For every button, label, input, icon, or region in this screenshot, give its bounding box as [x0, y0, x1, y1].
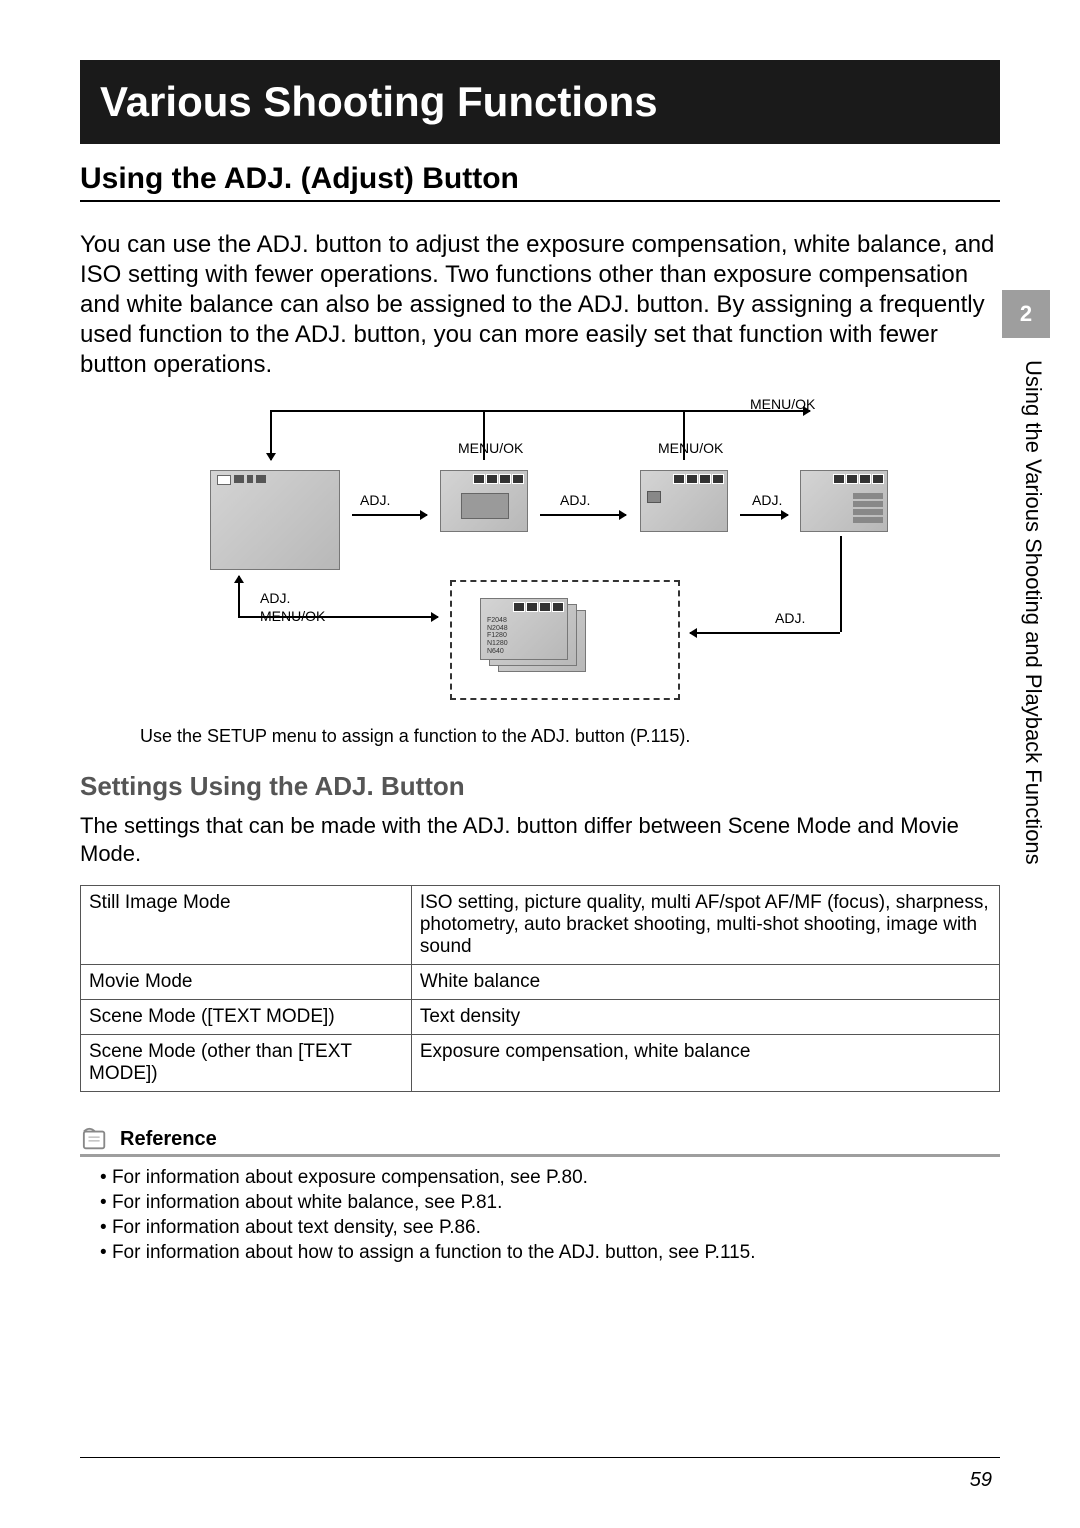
reference-header: Reference — [80, 1126, 1000, 1157]
chapter-title: Various Shooting Functions — [100, 78, 658, 125]
list-item: For information about how to assign a fu… — [100, 1242, 1000, 1264]
list-item: For information about exposure compensat… — [100, 1167, 1000, 1189]
desc-cell: Text density — [411, 1000, 999, 1035]
table-row: Scene Mode (other than [TEXT MODE]) Expo… — [81, 1035, 1000, 1092]
manual-page: Various Shooting Functions Using the ADJ… — [0, 0, 1080, 1528]
down-arrow-icon — [270, 410, 272, 460]
menu-ok-label: MENU/OK — [750, 396, 815, 412]
side-running-title: Using the Various Shooting and Playback … — [1020, 360, 1046, 960]
reference-list: For information about exposure compensat… — [100, 1167, 1000, 1264]
mode-cell: Scene Mode (other than [TEXT MODE]) — [81, 1035, 412, 1092]
reference-note-icon — [80, 1126, 110, 1152]
table-row: Movie Mode White balance — [81, 965, 1000, 1000]
adj-label: ADJ. — [360, 492, 390, 508]
right-arrow-icon — [540, 514, 626, 516]
right-arrow-icon — [740, 514, 788, 516]
left-arrow-icon — [690, 632, 840, 634]
section-heading: Using the ADJ. (Adjust) Button — [80, 162, 1000, 202]
menu-ok-label: MENU/OK — [658, 440, 723, 456]
settings-table: Still Image Mode ISO setting, picture qu… — [80, 885, 1000, 1092]
chapter-title-bar: Various Shooting Functions — [80, 60, 1000, 144]
camera-screen-step — [640, 470, 728, 532]
table-row: Still Image Mode ISO setting, picture qu… — [81, 886, 1000, 965]
right-arrow-icon — [352, 514, 427, 516]
list-item: For information about text density, see … — [100, 1217, 1000, 1239]
desc-cell: White balance — [411, 965, 999, 1000]
chapter-number: 2 — [1020, 301, 1032, 327]
adj-label: ADJ. — [752, 492, 782, 508]
page-number: 59 — [970, 1469, 992, 1492]
menu-ok-label: MENU/OK — [260, 608, 325, 624]
adj-flow-diagram: MENU/OK MENU/OK MENU/OK — [180, 400, 900, 720]
mode-cell: Still Image Mode — [81, 886, 412, 965]
diagram-line — [683, 410, 685, 460]
subsection-heading: Settings Using the ADJ. Button — [80, 771, 1000, 802]
diagram-line — [840, 536, 842, 632]
menu-ok-label: MENU/OK — [458, 440, 523, 456]
camera-screen-main — [210, 470, 340, 570]
table-row: Scene Mode ([TEXT MODE]) Text density — [81, 1000, 1000, 1035]
diagram-line — [270, 410, 810, 412]
footer-rule — [80, 1457, 1000, 1458]
mode-cell: Movie Mode — [81, 965, 412, 1000]
adj-label: ADJ. — [775, 610, 805, 626]
camera-screen-step — [800, 470, 888, 532]
desc-cell: ISO setting, picture quality, multi AF/s… — [411, 886, 999, 965]
list-item: For information about white balance, see… — [100, 1192, 1000, 1214]
chapter-number-tab: 2 — [1002, 290, 1050, 338]
intro-paragraph: You can use the ADJ. button to adjust th… — [80, 230, 1000, 380]
diagram-caption: Use the SETUP menu to assign a function … — [140, 726, 1000, 747]
subsection-body: The settings that can be made with the A… — [80, 812, 1000, 867]
up-arrow-icon — [238, 576, 240, 616]
mode-cell: Scene Mode ([TEXT MODE]) — [81, 1000, 412, 1035]
camera-screen-step — [440, 470, 528, 532]
adj-label: ADJ. — [560, 492, 590, 508]
desc-cell: Exposure compensation, white balance — [411, 1035, 999, 1092]
adj-label: ADJ. — [260, 590, 290, 606]
diagram-line — [483, 410, 485, 460]
reference-label: Reference — [120, 1128, 217, 1151]
